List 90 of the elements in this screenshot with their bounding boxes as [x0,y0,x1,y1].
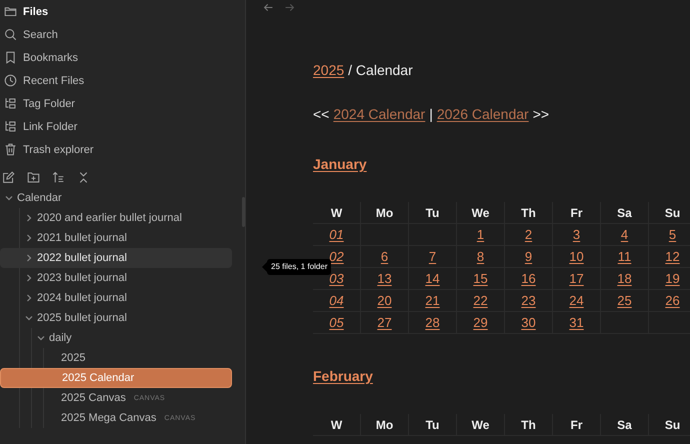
sidebar-item[interactable]: Trash explorer [0,138,245,161]
column-header: Fr [570,206,582,220]
day-link[interactable]: 25 [617,293,632,308]
week-link[interactable]: 05 [329,315,344,330]
day-link[interactable]: 11 [618,249,632,264]
folder-icon [4,5,17,18]
column-header: We [472,418,490,432]
day-link[interactable]: 4 [620,227,628,242]
next-arrows: >> [532,106,550,122]
day-link[interactable]: 1 [476,227,484,242]
month-heading-link[interactable]: January [313,156,367,172]
file-tree-item[interactable]: 2020 and earlier bullet journal [0,208,232,228]
sidebar-item[interactable]: Files [0,0,245,23]
file-tree-item[interactable]: 2023 bullet journal [0,268,232,288]
day-link[interactable]: 28 [425,315,440,330]
column-header: Mo [376,206,394,220]
day-link[interactable]: 23 [521,293,536,308]
day-link[interactable]: 24 [569,293,584,308]
sidebar-item[interactable]: Bookmarks [0,46,245,69]
week-link[interactable]: 03 [329,271,344,286]
bookmark-icon [4,51,17,64]
day-link[interactable]: 6 [380,249,388,264]
day-link[interactable]: 17 [569,271,584,286]
day-link[interactable]: 13 [377,271,392,286]
day-link[interactable]: 7 [428,249,436,264]
file-tree-item[interactable]: daily [0,328,232,348]
collapse-icon[interactable] [77,171,90,184]
file-tree-item[interactable]: 2025 Calendar [0,368,232,388]
file-tree-item[interactable]: 2022 bullet journal [0,248,232,268]
column-header: Th [521,418,536,432]
sort-icon[interactable] [52,171,65,184]
day-link[interactable]: 12 [665,249,680,264]
sidebar-item[interactable]: Tag Folder [0,92,245,115]
column-header: Tu [426,206,440,220]
column-header: Tu [426,418,440,432]
folder-tree-icon [4,97,17,110]
day-link[interactable]: 31 [569,315,584,330]
breadcrumb-link[interactable]: 2025 [313,62,344,78]
clock-icon [4,74,17,87]
day-link[interactable]: 30 [521,315,536,330]
day-link[interactable]: 20 [377,293,392,308]
column-header: Fr [570,418,582,432]
day-link[interactable]: 21 [425,293,440,308]
folder-tree-icon [4,120,17,133]
week-link[interactable]: 02 [329,249,344,264]
week-link[interactable]: 04 [329,293,344,308]
day-link[interactable]: 29 [473,315,488,330]
column-header: Th [521,206,536,220]
day-link[interactable]: 26 [665,293,680,308]
day-link[interactable]: 3 [572,227,580,242]
chevron-down-icon [4,193,14,203]
file-tree-item[interactable]: Calendar [0,188,232,208]
new-folder-icon[interactable] [27,171,40,184]
day-link[interactable]: 5 [668,227,676,242]
day-link[interactable]: 15 [473,271,488,286]
day-link[interactable]: 8 [476,249,484,264]
new-note-icon[interactable] [2,171,15,184]
day-link[interactable]: 2 [524,227,532,242]
day-link[interactable]: 27 [377,315,392,330]
day-link[interactable]: 10 [569,249,584,264]
column-header: Mo [376,418,394,432]
search-icon [4,28,17,41]
sidebar-item[interactable]: Recent Files [0,69,245,92]
file-tree-item[interactable]: 2025 bullet journal [0,308,232,328]
day-link[interactable]: 18 [617,271,632,286]
column-header: Sa [617,206,632,220]
day-link[interactable]: 14 [425,271,440,286]
trash-icon [4,143,17,156]
page-title: / Calendar [348,62,413,78]
column-header: W [330,206,342,220]
tooltip: 25 files, 1 folder [262,259,332,275]
file-tree-item[interactable]: 2024 bullet journal [0,288,232,308]
previous-calendar-link[interactable]: 2024 Calendar [333,106,426,122]
column-header: W [330,418,342,432]
day-link[interactable]: 22 [473,293,488,308]
column-header: Sa [617,418,632,432]
back-arrow-icon[interactable] [263,2,274,12]
prev-arrows: << [313,106,330,122]
column-header: Su [664,206,680,220]
column-header: We [472,206,490,220]
separator: | [429,106,433,122]
sidebar-item[interactable]: Search [0,23,245,46]
sidebar-item[interactable]: Link Folder [0,115,245,138]
day-link[interactable]: 16 [521,271,536,286]
week-link[interactable]: 01 [329,227,344,242]
month-heading-link[interactable]: February [313,368,373,384]
column-header: Su [664,418,680,432]
day-link[interactable]: 9 [524,249,532,264]
day-link[interactable]: 19 [665,271,680,286]
next-calendar-link[interactable]: 2026 Calendar [436,106,529,122]
